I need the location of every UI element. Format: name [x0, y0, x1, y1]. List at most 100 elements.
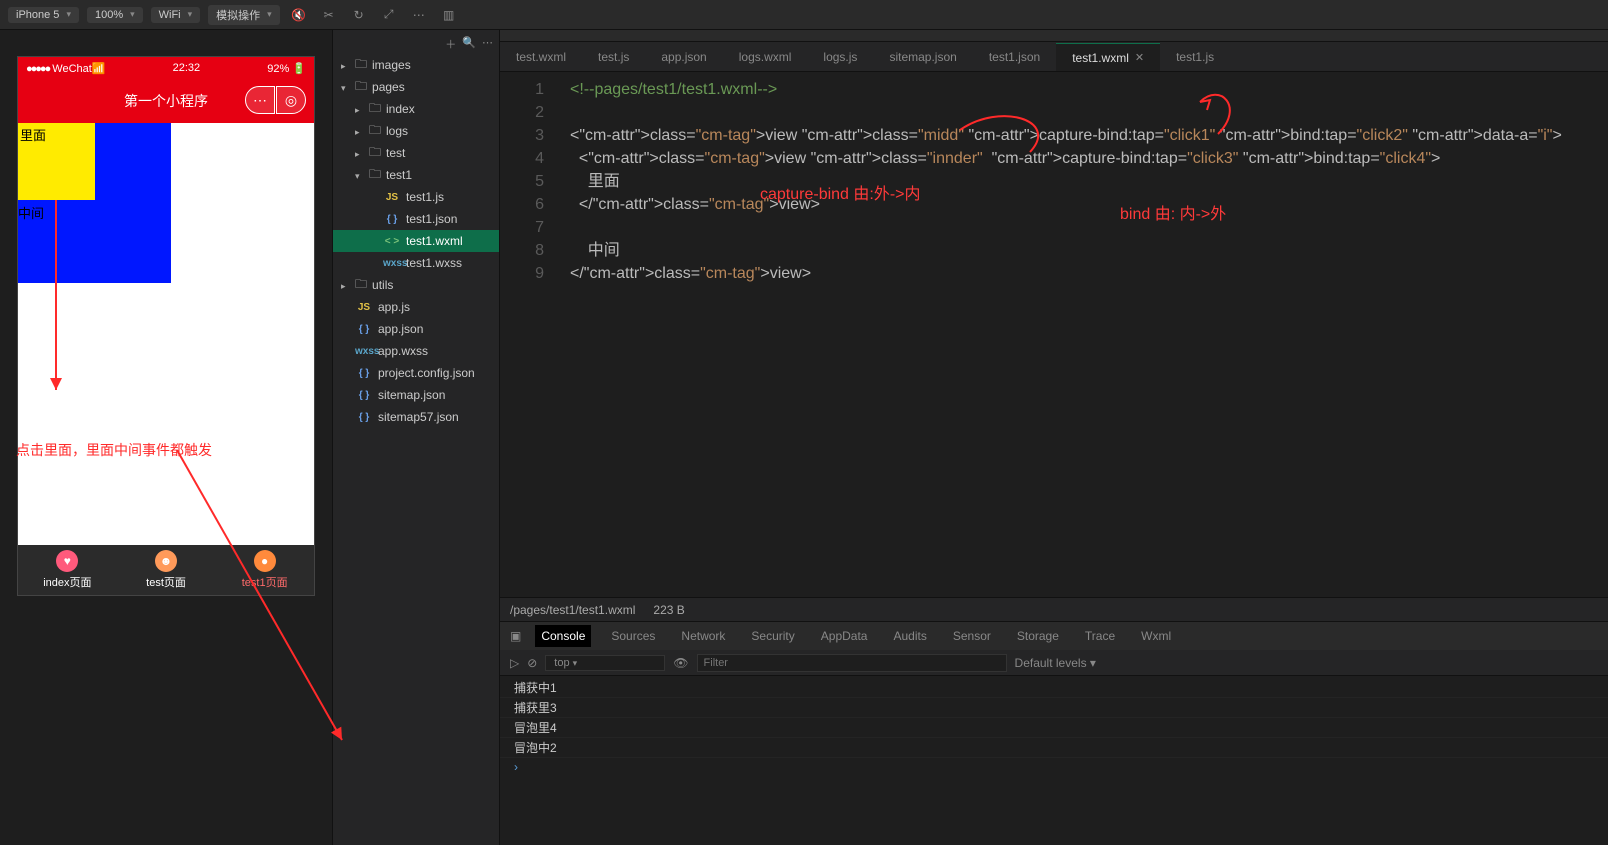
devtools-tab-sensor[interactable]: Sensor: [947, 625, 997, 647]
json-icon: { }: [355, 390, 373, 401]
close-icon[interactable]: ✕: [1135, 51, 1144, 64]
folder-test[interactable]: 🗀test: [333, 142, 499, 164]
editor-tab[interactable]: test1.js: [1160, 43, 1230, 71]
cut-icon[interactable]: ✂: [318, 4, 340, 26]
chevron-icon: [355, 124, 364, 138]
phone-tabbar: ♥index页面 ☻test页面 ●test1页面: [18, 545, 314, 595]
editor-tab[interactable]: test1.wxml✕: [1056, 43, 1160, 71]
phone-frame: ●●●●● WeChat📶 22:32 92% 🔋 第一个小程序 ⋯ ◎ 里面 …: [17, 56, 315, 596]
file-app.json[interactable]: { }app.json: [333, 318, 499, 340]
folder-utils[interactable]: 🗀utils: [333, 274, 499, 296]
chevron-icon: [355, 168, 364, 182]
wxss-icon: wxss: [355, 346, 373, 357]
file-path: /pages/test1/test1.wxml: [510, 603, 635, 617]
json-icon: { }: [355, 368, 373, 379]
code-area[interactable]: <!--pages/test1/test1.wxml--> <"cm-attr"…: [560, 72, 1562, 597]
network-select[interactable]: WiFi: [151, 7, 201, 23]
editor-tab[interactable]: logs.wxml: [723, 43, 808, 71]
file-tree: ＋ 🔍 ⋯ 🗀images🗀pages🗀index🗀logs🗀test🗀test…: [332, 30, 500, 845]
console-log[interactable]: 捕获中1捕获里3冒泡里4冒泡中2›: [500, 676, 1608, 845]
midd-view[interactable]: 里面 中间: [18, 123, 171, 283]
folder-images[interactable]: 🗀images: [333, 54, 499, 76]
editor-tab[interactable]: test1.json: [973, 43, 1056, 71]
capsule-close-icon[interactable]: ◎: [276, 86, 306, 114]
dock-icon[interactable]: ▥: [438, 4, 460, 26]
devtools-tabs: ▣ Console Sources Network Security AppData Au…: [500, 622, 1608, 650]
file-test1.wxss[interactable]: wxsstest1.wxss: [333, 252, 499, 274]
log-line: 冒泡中2: [500, 738, 1608, 758]
status-time: 22:32: [173, 62, 201, 74]
status-carrier: ●●●●● WeChat📶: [26, 62, 106, 75]
folder-icon: 🗀: [369, 143, 381, 164]
code-editor[interactable]: 123456789 <!--pages/test1/test1.wxml--> …: [500, 72, 1608, 597]
editor-tab[interactable]: test.js: [582, 43, 645, 71]
circle-icon: ●: [254, 550, 276, 572]
expand-icon[interactable]: ⤢: [378, 4, 400, 26]
folder-icon: 🗀: [355, 77, 367, 98]
tab-test1[interactable]: ●test1页面: [215, 545, 314, 595]
file-app.js[interactable]: JSapp.js: [333, 296, 499, 318]
devtools-tab-audits[interactable]: Audits: [887, 625, 932, 647]
file-project.config.json[interactable]: { }project.config.json: [333, 362, 499, 384]
devtools-tab-appdata[interactable]: AppData: [815, 625, 874, 647]
file-sitemap.json[interactable]: { }sitemap.json: [333, 384, 499, 406]
editor-tab[interactable]: test.wxml: [500, 43, 582, 71]
phone-body[interactable]: 里面 中间: [18, 123, 314, 545]
simulator-panel: ●●●●● WeChat📶 22:32 92% 🔋 第一个小程序 ⋯ ◎ 里面 …: [0, 30, 332, 845]
file-test1.json[interactable]: { }test1.json: [333, 208, 499, 230]
file-app.wxss[interactable]: wxssapp.wxss: [333, 340, 499, 362]
run-icon[interactable]: ▷: [510, 656, 519, 670]
more-icon[interactable]: ⋯: [408, 4, 430, 26]
devtools-tab-wxml[interactable]: Wxml: [1135, 625, 1177, 647]
devtools-tab-trace[interactable]: Trace: [1079, 625, 1121, 647]
mock-select[interactable]: 模拟操作: [208, 5, 280, 25]
device-select[interactable]: iPhone 5: [8, 7, 79, 23]
file-test1.wxml[interactable]: < >test1.wxml: [333, 230, 499, 252]
folder-icon: 🗀: [369, 121, 381, 142]
devtools-tab-storage[interactable]: Storage: [1011, 625, 1065, 647]
folder-index[interactable]: 🗀index: [333, 98, 499, 120]
file-sitemap57.json[interactable]: { }sitemap57.json: [333, 406, 499, 428]
find-icon[interactable]: 🔍: [462, 36, 476, 52]
more-icon[interactable]: ⋯: [482, 36, 493, 52]
chevron-icon: [355, 102, 364, 116]
rotate-icon[interactable]: ↻: [348, 4, 370, 26]
devtools-tab-network[interactable]: Network: [675, 625, 731, 647]
editor-tab[interactable]: app.json: [645, 43, 722, 71]
devtools-tab-security[interactable]: Security: [745, 625, 800, 647]
inspect-icon[interactable]: ▣: [510, 629, 521, 643]
phone-status-bar: ●●●●● WeChat📶 22:32 92% 🔋: [18, 57, 314, 79]
eye-icon[interactable]: 👁: [673, 656, 688, 670]
face-icon: ☻: [155, 550, 177, 572]
mute-icon[interactable]: 🔇: [288, 4, 310, 26]
toolbar: iPhone 5 100% WiFi 模拟操作 🔇 ✂ ↻ ⤢ ⋯ ▥: [0, 0, 1608, 30]
editor-tabs: test.wxmltest.jsapp.jsonlogs.wxmllogs.js…: [500, 42, 1608, 72]
clear-icon[interactable]: ⊘: [527, 656, 537, 670]
levels-select[interactable]: Default levels ▾: [1015, 656, 1096, 670]
tab-index[interactable]: ♥index页面: [18, 545, 117, 595]
folder-test1[interactable]: 🗀test1: [333, 164, 499, 186]
mid-label: 中间: [18, 203, 44, 222]
console-prompt[interactable]: ›: [500, 758, 1608, 776]
zoom-select[interactable]: 100%: [87, 7, 143, 23]
filter-input[interactable]: [697, 654, 1007, 672]
scope-select[interactable]: top: [545, 655, 665, 671]
capsule-menu-icon[interactable]: ⋯: [245, 86, 275, 114]
simulator-annotation: 点击里面，里面中间事件都触发: [16, 440, 212, 460]
log-line: 捕获里3: [500, 698, 1608, 718]
tab-test[interactable]: ☻test页面: [117, 545, 216, 595]
innder-view[interactable]: 里面: [18, 123, 95, 200]
new-file-icon[interactable]: ＋: [445, 36, 456, 52]
tree-toolbar: ＋ 🔍 ⋯: [333, 34, 499, 54]
devtools-tab-sources[interactable]: Sources: [605, 625, 661, 647]
folder-logs[interactable]: 🗀logs: [333, 120, 499, 142]
devtools-tab-console[interactable]: Console: [535, 625, 591, 647]
devtools: ▣ Console Sources Network Security AppData Au…: [500, 621, 1608, 845]
folder-pages[interactable]: 🗀pages: [333, 76, 499, 98]
wxss-icon: wxss: [383, 258, 401, 269]
editor-tab[interactable]: logs.js: [807, 43, 873, 71]
file-test1.js[interactable]: JStest1.js: [333, 186, 499, 208]
editor-panel: test.wxmltest.jsapp.jsonlogs.wxmllogs.js…: [500, 30, 1608, 845]
editor-tab[interactable]: sitemap.json: [873, 43, 972, 71]
file-size: 223 B: [653, 603, 684, 617]
